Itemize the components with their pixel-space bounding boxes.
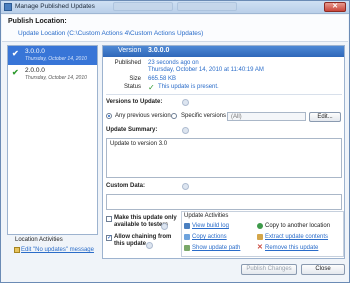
version-banner: Version 3.0.0.0: [103, 46, 344, 57]
remove-update-link[interactable]: Remove this update: [265, 245, 318, 251]
help-icon[interactable]: [182, 127, 189, 134]
background-tab: [113, 2, 173, 11]
update-path-icon: [184, 245, 190, 251]
update-activities-title: Update Activities: [184, 213, 229, 219]
help-icon[interactable]: [182, 183, 189, 190]
edit-message-icon: [14, 247, 20, 253]
check-icon: ✔: [12, 68, 19, 77]
published-label: Published: [114, 60, 141, 66]
specific-versions-input[interactable]: (All): [227, 112, 306, 121]
manage-updates-window: Manage Published Updates ✕ Publish Locat…: [0, 0, 350, 283]
version-list[interactable]: ✔ 3.0.0.0 Thursday, October 14, 2010 ✔ 2…: [7, 45, 98, 235]
show-update-path-link[interactable]: Show update path: [192, 245, 240, 251]
view-build-log-link[interactable]: View build log: [192, 223, 229, 229]
any-previous-version-label[interactable]: Any previous version: [115, 113, 171, 119]
help-icon[interactable]: [161, 223, 168, 230]
help-icon[interactable]: [182, 99, 189, 106]
published-absolute: Thursday, October 14, 2010 at 11:40:19 A…: [148, 67, 264, 73]
copy-icon: [184, 234, 190, 240]
versions-to-update-title: Versions to Update:: [106, 99, 163, 105]
version-label: Version: [118, 47, 142, 54]
custom-data-title: Custom Data:: [106, 183, 146, 189]
version-date: Thursday, October 14, 2010: [25, 56, 87, 62]
copy-to-location-text: Copy to another location: [265, 223, 331, 229]
remove-icon: ✕: [257, 244, 263, 251]
location-activities-title: Location Activities: [15, 237, 63, 243]
size-value: 665.58 KB: [148, 76, 177, 82]
close-button[interactable]: Close: [301, 264, 345, 275]
status-check-icon: ✓: [148, 83, 155, 92]
close-window-button[interactable]: ✕: [324, 2, 346, 12]
edit-versions-button[interactable]: Edit...: [309, 112, 341, 122]
specific-versions-label[interactable]: Specific versions: [181, 113, 226, 119]
extract-contents-link[interactable]: Extract update contents: [265, 234, 328, 240]
check-icon: ✔: [12, 49, 19, 58]
testers-only-label[interactable]: Make this update only available to teste…: [114, 215, 182, 229]
version-item-2-0-0-0[interactable]: ✔ 2.0.0.0 Thursday, October 14, 2010: [8, 65, 97, 84]
version-value: 3.0.0.0: [148, 47, 170, 54]
edit-no-updates-link[interactable]: Edit "No updates" message: [21, 247, 94, 253]
app-icon: [4, 3, 12, 11]
version-item-3-0-0-0[interactable]: ✔ 3.0.0.0 Thursday, October 14, 2010: [8, 46, 97, 65]
background-tab: [177, 2, 237, 11]
publish-location-path[interactable]: Update Location (C:\Custom Actions 4\Cus…: [18, 30, 203, 37]
specific-versions-radio[interactable]: [171, 113, 177, 119]
version-number: 2.0.0.0: [25, 67, 45, 74]
custom-data-textarea[interactable]: [106, 194, 342, 210]
publish-changes-button[interactable]: Publish Changes: [241, 264, 297, 275]
title-bar[interactable]: Manage Published Updates ✕: [1, 1, 349, 14]
allow-chaining-checkbox[interactable]: [106, 234, 112, 241]
published-relative: 23 seconds ago on: [148, 60, 199, 66]
divider: [106, 94, 342, 95]
status-label: Status: [123, 84, 141, 90]
size-label: Size: [129, 76, 141, 82]
help-icon[interactable]: [146, 242, 153, 249]
build-log-icon: [184, 223, 190, 229]
extract-icon: [257, 234, 263, 240]
globe-icon: [257, 223, 263, 229]
copy-actions-link[interactable]: Copy actions: [192, 234, 227, 240]
testers-only-checkbox[interactable]: [106, 216, 112, 222]
publish-location-title: Publish Location:: [8, 18, 67, 25]
update-summary-textarea[interactable]: Update to version 3.0: [106, 138, 342, 178]
window-title: Manage Published Updates: [15, 3, 95, 10]
version-number: 3.0.0.0: [25, 48, 45, 55]
publish-location-header: Publish Location: Update Location (C:\Cu…: [2, 15, 348, 42]
version-date: Thursday, October 14, 2010: [25, 75, 87, 81]
any-previous-version-radio[interactable]: [106, 113, 112, 119]
status-value: This update is present.: [158, 84, 219, 90]
update-summary-title: Update Summary:: [106, 127, 158, 133]
